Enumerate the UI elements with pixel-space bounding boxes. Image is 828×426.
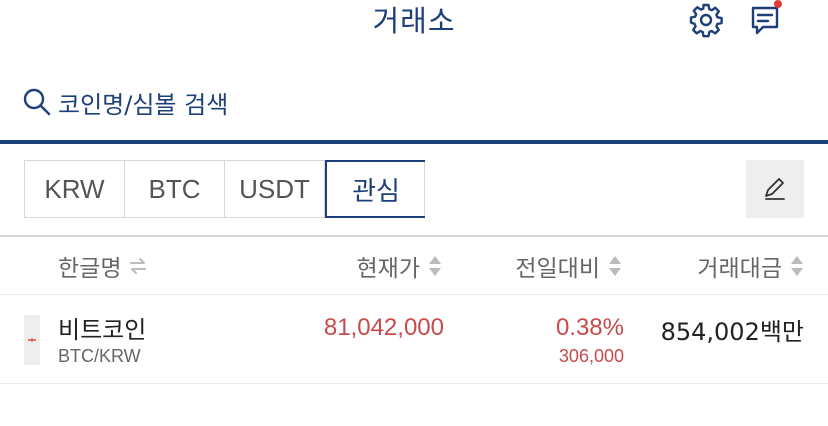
table-row[interactable]: 비트코인 BTC/KRW 81,042,000 0.38% 306,000 85…: [0, 300, 828, 380]
tab-favorites[interactable]: 관심: [325, 160, 425, 218]
trade-volume: 854,002백만: [660, 318, 804, 346]
tab-krw[interactable]: KRW: [25, 161, 125, 217]
notification-badge: [774, 0, 782, 8]
sort-by-price[interactable]: 현재가: [357, 250, 442, 282]
column-header-change: 전일대비: [515, 256, 600, 282]
column-header-name: 한글명: [58, 256, 122, 282]
column-header-volume: 거래대금: [697, 256, 782, 282]
search-bar[interactable]: 코인명/심볼 검색: [22, 84, 228, 120]
pencil-icon: [765, 178, 785, 200]
candle-mark: [28, 338, 36, 342]
swap-icon: [130, 258, 147, 274]
tab-usdt[interactable]: USDT: [225, 161, 325, 217]
change-amount: 306,000: [558, 346, 624, 366]
header-divider: [0, 140, 828, 144]
market-tabs: KRW BTC USDT 관심: [24, 160, 425, 218]
sort-by-name[interactable]: 한글명: [58, 250, 147, 282]
sort-by-volume[interactable]: 거래대금: [697, 250, 804, 282]
sort-icon: [429, 256, 441, 276]
divider: [0, 235, 828, 237]
current-price: 81,042,000: [323, 314, 444, 341]
divider: [0, 294, 828, 295]
settings-button[interactable]: [686, 0, 726, 40]
coin-symbol: BTC/KRW: [58, 346, 141, 366]
sort-icon: [609, 256, 621, 276]
column-header-price: 현재가: [356, 256, 420, 282]
edit-favorites-button[interactable]: [746, 160, 804, 218]
header: 거래소: [0, 0, 828, 50]
coin-name: 비트코인: [58, 316, 147, 344]
sort-icon: [791, 256, 803, 276]
gear-icon: [689, 3, 723, 38]
tab-btc[interactable]: BTC: [125, 161, 225, 217]
sort-by-change[interactable]: 전일대비: [515, 250, 622, 282]
mini-candle-chart: [24, 315, 40, 365]
divider: [0, 383, 828, 384]
notifications-button[interactable]: [746, 0, 786, 40]
change-rate: 0.38%: [555, 314, 624, 341]
